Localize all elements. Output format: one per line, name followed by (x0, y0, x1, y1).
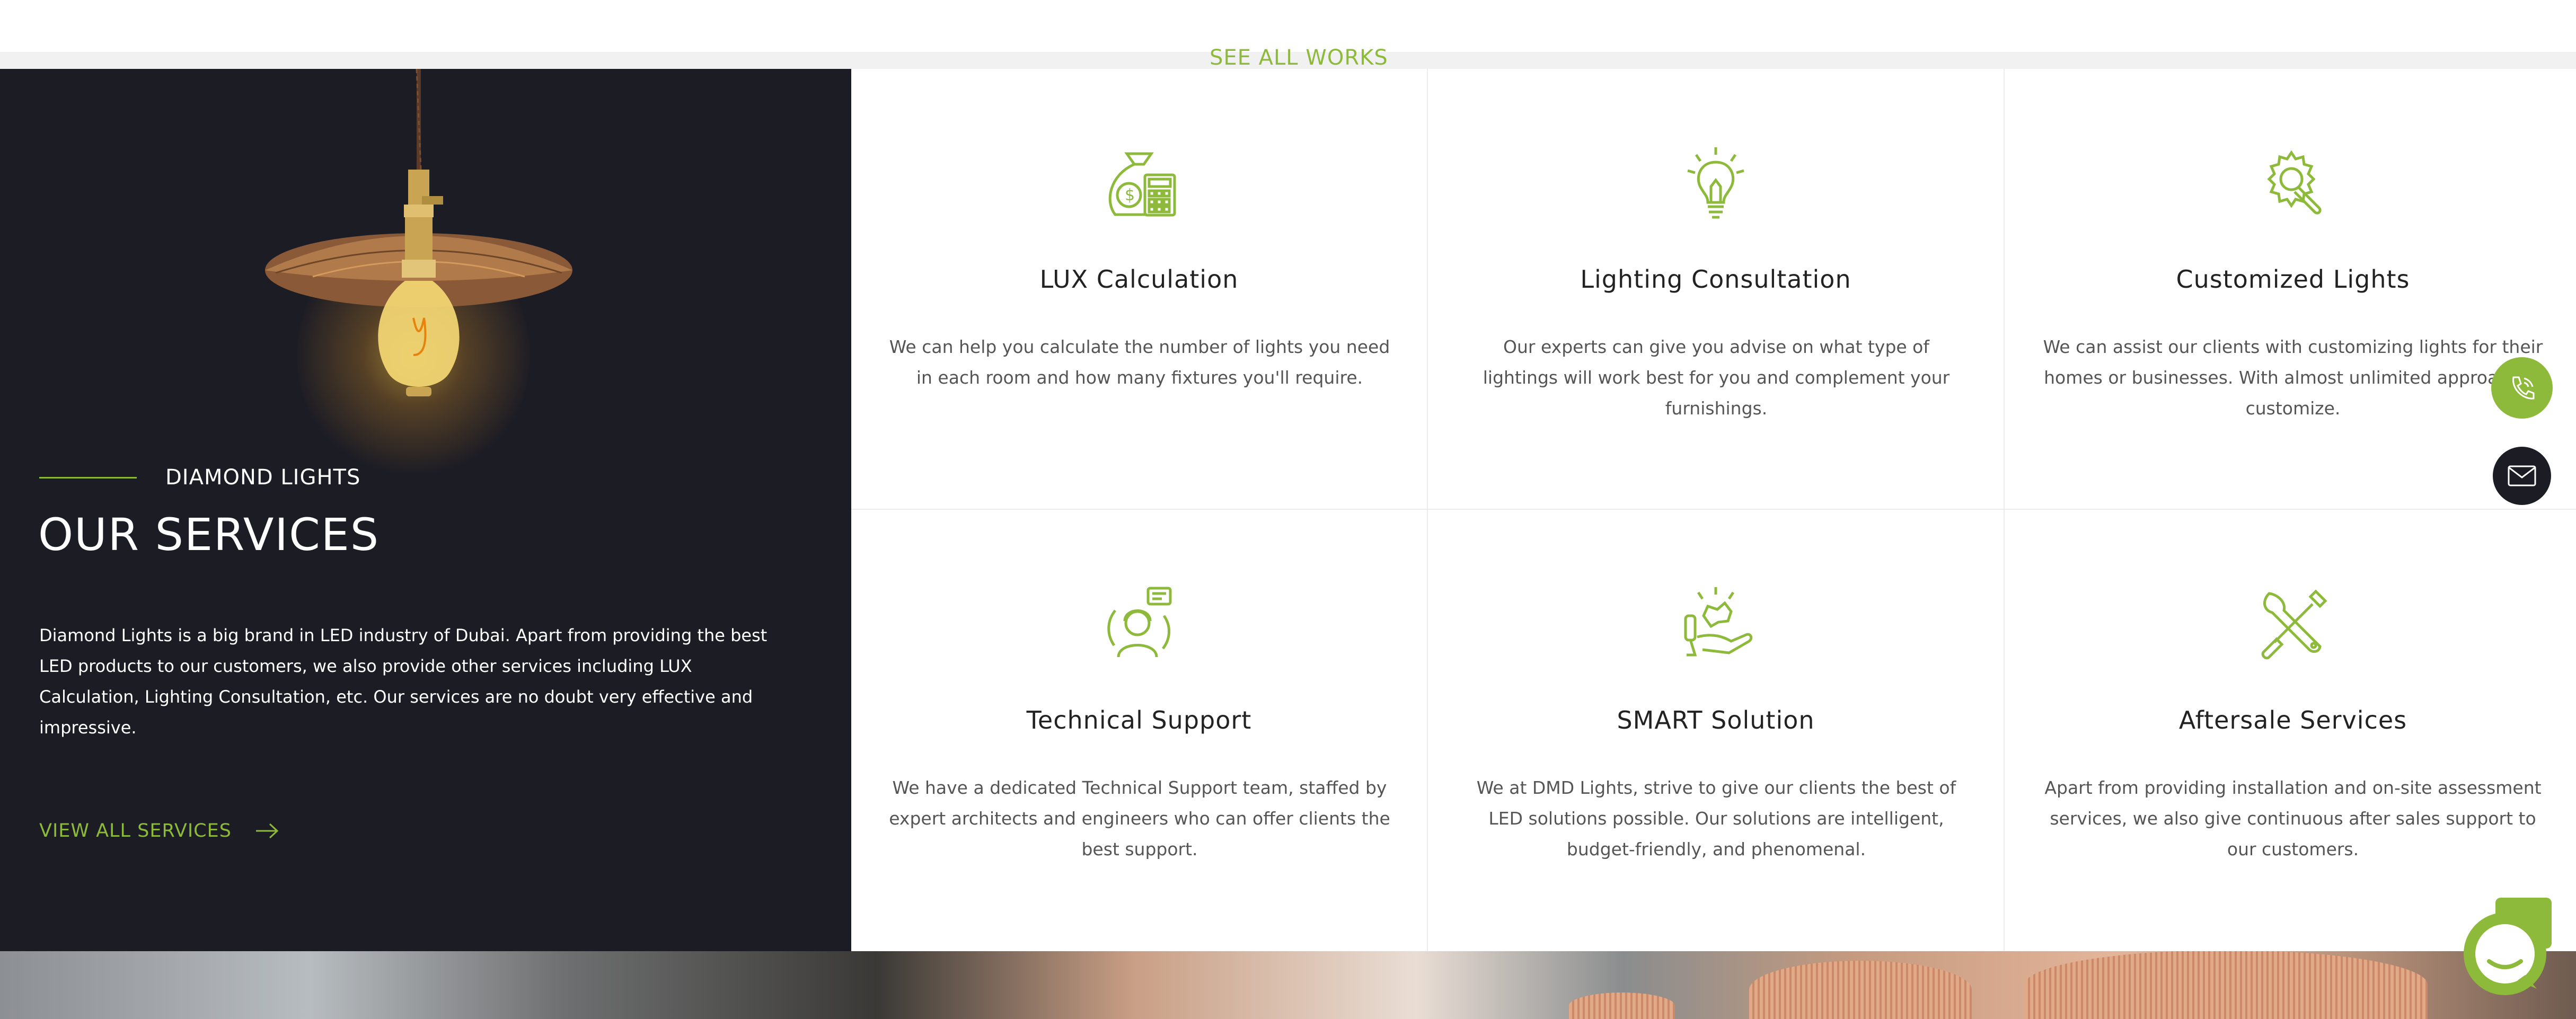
view-all-services-label: VIEW ALL SERVICES (39, 820, 232, 841)
service-description: We at DMD Lights, strive to give our cli… (1476, 777, 1956, 859)
service-description: Apart from providing installation and on… (2044, 777, 2542, 859)
services-intro-panel: DIAMOND LIGHTS OUR SERVICES Diamond Ligh… (0, 69, 851, 951)
gear-wrench-icon (2267, 150, 2322, 215)
service-description: Our experts can give you advise on what … (1483, 336, 1950, 419)
pendant-shade (1749, 961, 1972, 1019)
interior-photo-banner (0, 951, 2576, 1019)
service-card-customized-lights[interactable]: Customized Lights We can assist our clie… (2005, 69, 2576, 510)
chat-widget-button[interactable] (2463, 896, 2553, 996)
service-description: We have a dedicated Technical Support te… (889, 777, 1390, 859)
mail-icon (2508, 465, 2536, 486)
service-title: Aftersale Services (2178, 706, 2407, 734)
service-description: We can assist our clients with customizi… (2043, 336, 2543, 419)
service-title: Lighting Consultation (1580, 265, 1851, 294)
service-card-smart-solution[interactable]: SMART Solution We at DMD Lights, strive … (1428, 510, 2005, 951)
top-band (0, 0, 2576, 52)
service-card-lighting-consultation[interactable]: Lighting Consultation Our experts can gi… (1428, 69, 2005, 510)
service-description: We can help you calculate the number of … (889, 336, 1390, 388)
service-card-aftersale-services[interactable]: Aftersale Services Apart from providing … (2005, 510, 2576, 951)
pendant-shade (2025, 951, 2428, 1019)
section-description: Diamond Lights is a big brand in LED ind… (39, 625, 767, 738)
see-all-works-link[interactable]: SEE ALL WORKS (1210, 46, 1388, 70)
support-agent-icon (1107, 587, 1172, 658)
section-title: OUR SERVICES (38, 509, 380, 561)
overline-divider (39, 477, 137, 479)
arrow-right-icon (255, 823, 279, 839)
email-button[interactable] (2491, 445, 2553, 507)
brand-label: DIAMOND LIGHTS (165, 465, 361, 490)
service-title: Customized Lights (2176, 265, 2410, 294)
service-title: SMART Solution (1617, 706, 1815, 734)
call-button[interactable] (2491, 357, 2553, 419)
smart-hand-icon (1684, 587, 1753, 657)
pendant-shade (1569, 993, 1675, 1019)
service-card-lux-calculation[interactable]: $ LUX Calculation We can help you calcul… (851, 69, 1428, 510)
phone-icon (2512, 376, 2535, 400)
wrench-screwdriver-icon (2261, 589, 2327, 660)
service-title: LUX Calculation (1039, 265, 1239, 294)
view-all-services-link[interactable]: VIEW ALL SERVICES (39, 820, 279, 841)
lightbulb-icon (1687, 147, 1744, 219)
service-title: Technical Support (1026, 706, 1252, 734)
money-bag-calculator-icon: $ (1108, 152, 1176, 217)
svg-text:$: $ (1125, 186, 1135, 205)
pendant-lamp-image (265, 69, 572, 396)
chat-icon (2464, 898, 2552, 995)
service-card-technical-support[interactable]: Technical Support We have a dedicated Te… (851, 510, 1428, 951)
